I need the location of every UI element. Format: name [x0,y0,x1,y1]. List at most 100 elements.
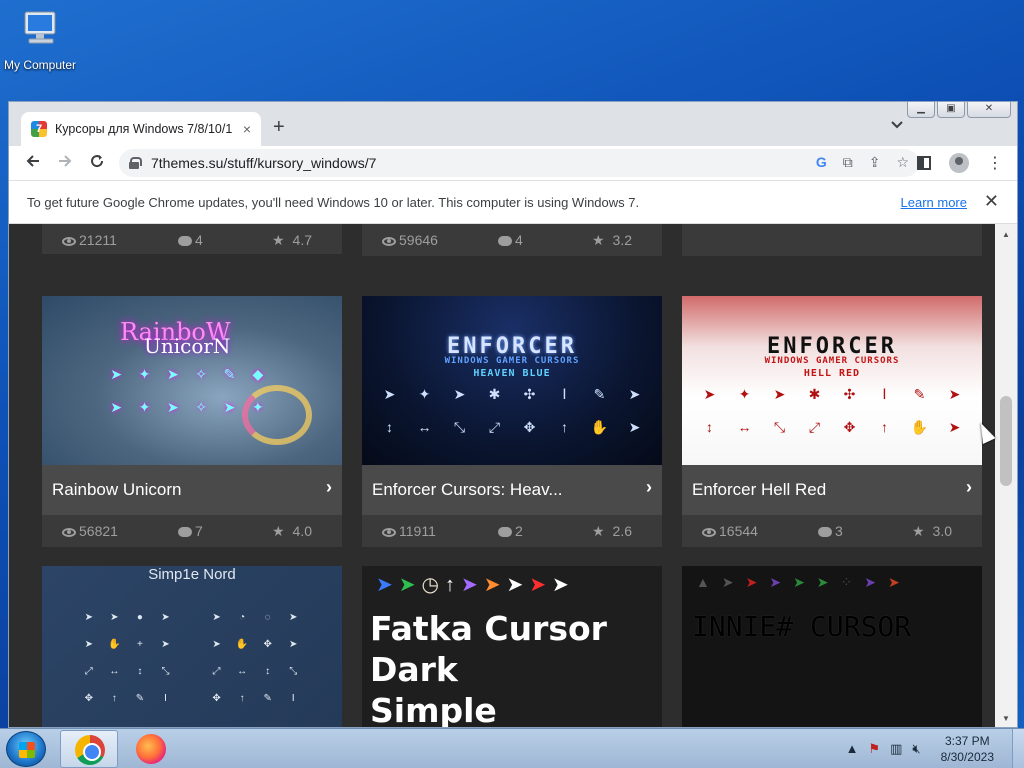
maximize-button[interactable]: ▣ [937,102,965,118]
thumb-variant: HELL RED [803,368,861,379]
system-tray: ▲ ⚑ ▥ 🔇︎ 3:37 PM 8/30/2023 [846,729,1024,768]
bookmark-star-icon[interactable]: ☆ [896,154,909,171]
taskbar-chrome-button[interactable] [60,730,118,768]
tab-search-chevron-icon[interactable] [891,118,903,132]
theme-card[interactable]: RainboW UnicorN ➤ ✦ ➤ ✧ ✎ ◆ ➤ ✦ ➤ ✧ ➤ ✦ Rainbow Un… [42,296,342,547]
chevron-right-icon: › [966,477,972,497]
url-text: 7themes.su/stuff/kursory_windows/7 [151,155,377,171]
forward-arrow-icon[interactable] [49,153,81,174]
show-desktop-button[interactable] [1012,729,1024,768]
card-stats-row-empty [682,224,982,256]
page-content: 21211 4 ★ 4.7 59646 4 ★ 3.2 RainboW Unicor… [9,224,997,728]
card-stats-row: 11911 2 ★ 2.6 [362,515,662,547]
my-computer-label: My Computer [3,58,77,72]
share-icon[interactable]: ⇪ [869,154,881,171]
thumb-title: Simp1e Nord [148,566,236,583]
star-icon: ★ [271,523,285,539]
close-window-button[interactable]: ✕ [967,102,1011,118]
scrollbar-thumb[interactable] [1000,396,1012,486]
comments-icon [178,236,192,247]
views-count: 56821 [79,523,118,539]
rating-value: 3.2 [612,232,632,248]
clock-date: 8/30/2023 [940,750,994,764]
vertical-scrollbar[interactable]: ▲ ▼ [995,224,1017,727]
comments-icon [818,527,832,538]
rating-value: 4.0 [292,523,312,539]
views-count: 59646 [399,232,438,248]
active-tab[interactable]: 7 Курсоры для Windows 7/8/10/1 × [21,112,261,146]
action-center-flag-icon[interactable]: ⚑ [868,741,880,757]
start-button[interactable] [6,731,46,767]
my-computer-desktop-icon[interactable]: My Computer [0,8,80,72]
site-favicon-icon: 7 [31,121,47,137]
menu-kebab-icon[interactable]: ⋮ [987,153,1003,173]
card-stats-row: 16544 3 ★ 3.0 [682,515,982,547]
comments-count: 4 [515,232,523,248]
comments-count: 2 [515,523,523,539]
translate-icon[interactable]: ⧉ [843,154,853,171]
card-title: Rainbow Unicorn [52,480,182,499]
show-hidden-icons-chevron-icon[interactable]: ▲ [846,741,859,757]
network-icon[interactable]: ▥ [890,741,902,757]
star-icon: ★ [911,523,925,539]
theme-card[interactable]: Simp1e Nord ➤ ➤ ● ➤ ➤ ◔ ◌ ➤ ➤ ✋ + ➤ ➤ ✋ ✥ ➤ ⤢ ↔ ↕ ⤡ ⤢ ↔ ↕ ⤡ ✥… [42,566,342,727]
comments-count: 4 [195,232,203,248]
profile-avatar-icon[interactable] [949,153,969,173]
views-eye-icon [382,527,396,537]
views-eye-icon [62,527,76,537]
theme-card[interactable]: ➤➤◷↑➤➤➤➤➤ Fatka Cursor Dark Simple [362,566,662,728]
views-count: 11911 [399,523,436,539]
tab-title: Курсоры для Windows 7/8/10/1 [55,122,233,136]
thumb-line: Simple [370,691,497,728]
new-tab-button[interactable]: + [273,116,285,139]
minimize-button[interactable]: ▁ [907,102,935,118]
rating-value: 3.0 [932,523,952,539]
infobar-message: To get future Google Chrome updates, you… [27,194,640,210]
scroll-up-arrow-icon[interactable]: ▲ [995,230,1017,239]
thumb-title: Fatka Cursor Dark Simple [370,608,607,728]
cursor-preview-row: ▲➤➤➤➤➤⁘➤➤ [696,574,912,590]
thumb-text: UnicorN [144,334,231,358]
card-title-row[interactable]: Enforcer Hell Red › [682,465,982,515]
back-arrow-icon[interactable] [17,153,49,174]
thumb-title: INNIE# CURSOR [692,610,912,643]
google-lens-icon[interactable]: G [816,154,827,171]
address-bar[interactable]: 7themes.su/stuff/kursory_windows/7 G ⧉ ⇪… [119,149,919,177]
card-thumbnail[interactable]: Simp1e Nord ➤ ➤ ● ➤ ➤ ◔ ◌ ➤ ➤ ✋ + ➤ ➤ ✋ ✥ ➤ ⤢ ↔ ↕ ⤡ ⤢ ↔ ↕ ⤡ ✥… [42,566,342,727]
views-count: 16544 [719,523,758,539]
infobar-close-icon[interactable]: ✕ [984,191,999,212]
card-title-row[interactable]: Rainbow Unicorn › [42,465,342,515]
theme-card[interactable]: ▲➤➤➤➤➤⁘➤➤ INNIE# CURSOR [682,566,982,727]
cursor-preview-grid: ➤ ✦ ➤ ✱ ✣ Ⅰ ✎ ➤ ↕ ↔ ⤡ ⤢ ✥ ↑ ✋ ➤ [703,386,961,435]
window-controls: ▁ ▣ ✕ [907,102,1011,118]
card-thumbnail[interactable]: ENFORCER WINDOWS GAMER CURSORS HEAVEN BL… [362,296,662,465]
card-thumbnail[interactable]: ➤➤◷↑➤➤➤➤➤ Fatka Cursor Dark Simple [362,566,662,728]
comments-icon [498,236,512,247]
chevron-right-icon: › [646,477,652,497]
learn-more-link[interactable]: Learn more [901,195,967,210]
card-thumbnail[interactable]: RainboW UnicorN ➤ ✦ ➤ ✧ ✎ ◆ ➤ ✦ ➤ ✧ ➤ ✦ [42,296,342,465]
card-title: Enforcer Cursors: Heav... [372,480,563,499]
card-title-row[interactable]: Enforcer Cursors: Heav... › [362,465,662,515]
lock-icon[interactable] [129,157,142,169]
rainbow-decoration [242,385,312,445]
theme-card[interactable]: ENFORCER WINDOWS GAMER CURSORS HEAVEN BL… [362,296,662,547]
card-thumbnail[interactable]: ▲➤➤➤➤➤⁘➤➤ INNIE# CURSOR [682,566,982,727]
scroll-down-arrow-icon[interactable]: ▼ [995,714,1017,723]
tab-close-icon[interactable]: × [243,121,251,137]
taskbar-clock[interactable]: 3:37 PM 8/30/2023 [941,733,994,765]
star-icon: ★ [271,232,285,248]
rating-value: 4.7 [292,232,312,248]
taskbar-firefox-button[interactable] [122,730,180,768]
side-panel-icon[interactable] [917,156,931,170]
comments-count: 7 [195,523,203,539]
volume-muted-icon[interactable]: 🔇︎ [912,741,920,757]
reload-icon[interactable] [81,153,113,174]
card-title: Enforcer Hell Red [692,480,827,499]
update-infobar: To get future Google Chrome updates, you… [9,180,1017,224]
card-stats-row: 21211 4 ★ 4.7 [42,224,342,254]
thumb-line: Dark [370,650,458,689]
card-thumbnail[interactable]: ENFORCER WINDOWS GAMER CURSORS HELL RED … [682,296,982,465]
computer-icon [17,8,63,54]
theme-card[interactable]: ENFORCER WINDOWS GAMER CURSORS HELL RED … [682,296,982,547]
